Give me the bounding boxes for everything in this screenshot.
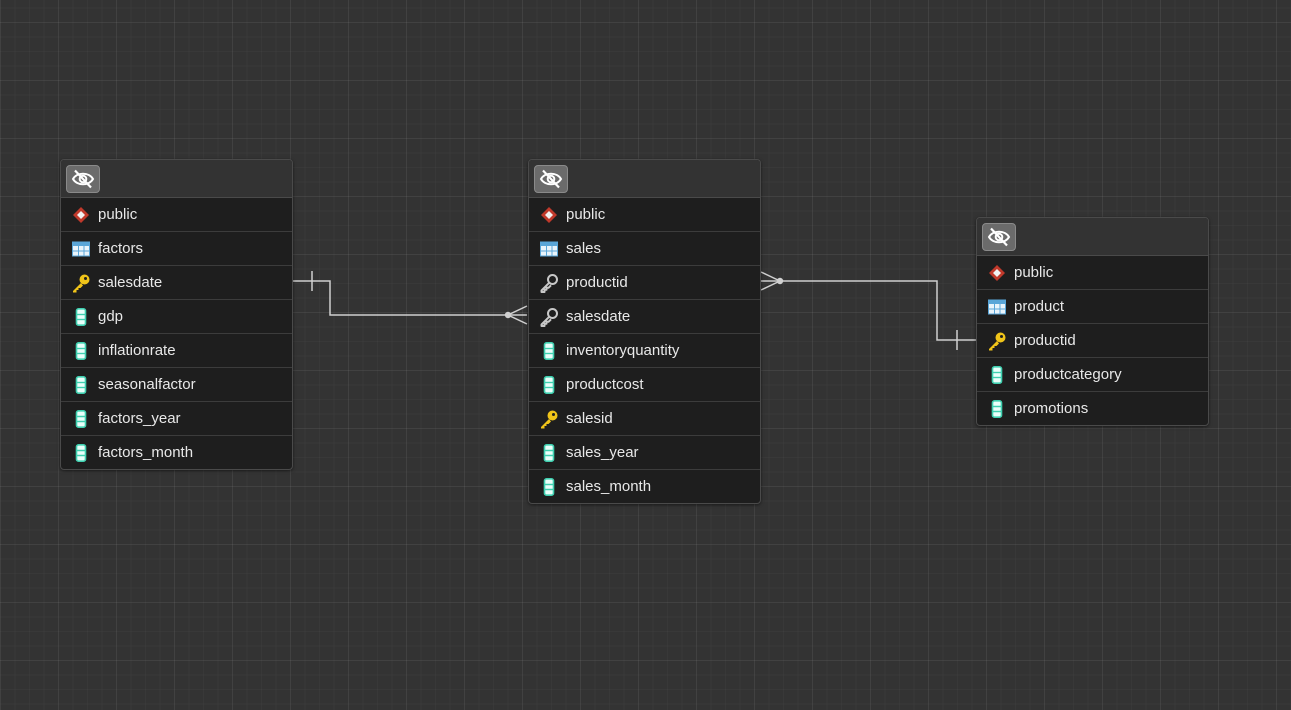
table-node-header (61, 160, 292, 198)
many-marker (507, 314, 528, 325)
relation-line[interactable] (780, 280, 976, 341)
column-icon (539, 477, 559, 497)
column-name: salesid (566, 410, 613, 427)
column-name: inflationrate (98, 342, 176, 359)
primary-key-icon (539, 409, 559, 429)
column-icon (71, 409, 91, 429)
column-icon (71, 307, 91, 327)
table-name-row[interactable]: sales (529, 232, 760, 266)
erd-canvas[interactable]: public factors salesdate gdp inflationra… (0, 0, 1291, 710)
table-node-header (529, 160, 760, 198)
table-icon (539, 239, 559, 259)
column-icon (539, 375, 559, 395)
relation-factors-sales[interactable] (293, 271, 528, 325)
schema-row[interactable]: public (529, 198, 760, 232)
column-row[interactable]: salesid (529, 402, 760, 436)
column-name: productcategory (1014, 366, 1122, 383)
column-row[interactable]: factors_month (61, 436, 292, 469)
schema-name: public (1014, 264, 1054, 281)
table-node-factors[interactable]: public factors salesdate gdp inflationra… (60, 159, 293, 470)
primary-key-icon (71, 273, 91, 293)
schema-name: public (566, 206, 606, 223)
foreign-key-icon (539, 273, 559, 293)
column-name: productcost (566, 376, 644, 393)
column-name: seasonalfactor (98, 376, 196, 393)
schema-icon (539, 205, 559, 225)
column-row[interactable]: seasonalfactor (61, 368, 292, 402)
many-marker (760, 271, 781, 282)
column-icon (71, 443, 91, 463)
column-name: sales_year (566, 444, 639, 461)
table-node-header (977, 218, 1208, 256)
hide-toggle-button[interactable] (66, 164, 100, 193)
column-icon (987, 399, 1007, 419)
many-marker (507, 305, 528, 316)
table-name: product (1014, 298, 1065, 315)
column-name: sales_month (566, 478, 652, 495)
column-name: factors_year (98, 410, 181, 427)
schema-row[interactable]: public (61, 198, 292, 232)
column-name: salesdate (566, 308, 631, 325)
relation-product-sales[interactable] (760, 271, 976, 350)
schema-name: public (98, 206, 138, 223)
hide-toggle-button[interactable] (534, 164, 568, 193)
hide-toggle-button[interactable] (982, 222, 1016, 251)
column-row[interactable]: salesdate (529, 300, 760, 334)
eye-off-icon (71, 169, 95, 188)
schema-icon (71, 205, 91, 225)
column-row[interactable]: inflationrate (61, 334, 292, 368)
column-name: salesdate (98, 274, 163, 291)
column-icon (71, 375, 91, 395)
eye-off-icon (987, 227, 1011, 246)
column-row[interactable]: productcategory (977, 358, 1208, 392)
column-icon (71, 341, 91, 361)
column-name: factors_month (98, 444, 194, 461)
schema-row[interactable]: public (977, 256, 1208, 290)
column-name: inventoryquantity (566, 342, 680, 359)
column-row[interactable]: gdp (61, 300, 292, 334)
column-row[interactable]: factors_year (61, 402, 292, 436)
primary-key-icon (987, 331, 1007, 351)
column-row[interactable]: sales_year (529, 436, 760, 470)
column-icon (539, 443, 559, 463)
column-row[interactable]: productid (977, 324, 1208, 358)
column-row[interactable]: promotions (977, 392, 1208, 425)
table-node-sales[interactable]: public sales productid salesdate invento… (528, 159, 761, 504)
column-row[interactable]: productid (529, 266, 760, 300)
column-row[interactable]: inventoryquantity (529, 334, 760, 368)
column-name: productid (566, 274, 628, 291)
relation-anchor-dot (504, 311, 512, 319)
table-node-product[interactable]: public product productid productcategory… (976, 217, 1209, 426)
column-row[interactable]: salesdate (61, 266, 292, 300)
column-name: promotions (1014, 400, 1089, 417)
column-icon (539, 341, 559, 361)
column-row[interactable]: productcost (529, 368, 760, 402)
relation-anchor-dot (776, 277, 784, 285)
foreign-key-icon (539, 307, 559, 327)
many-marker (760, 280, 781, 291)
table-icon (71, 239, 91, 259)
column-row[interactable]: sales_month (529, 470, 760, 503)
table-icon (987, 297, 1007, 317)
eye-off-icon (539, 169, 563, 188)
relation-line[interactable] (293, 280, 508, 316)
table-name: factors (98, 240, 144, 257)
table-name-row[interactable]: product (977, 290, 1208, 324)
table-name: sales (566, 240, 602, 257)
column-name: gdp (98, 308, 124, 325)
schema-icon (987, 263, 1007, 283)
column-name: productid (1014, 332, 1076, 349)
column-icon (987, 365, 1007, 385)
table-name-row[interactable]: factors (61, 232, 292, 266)
